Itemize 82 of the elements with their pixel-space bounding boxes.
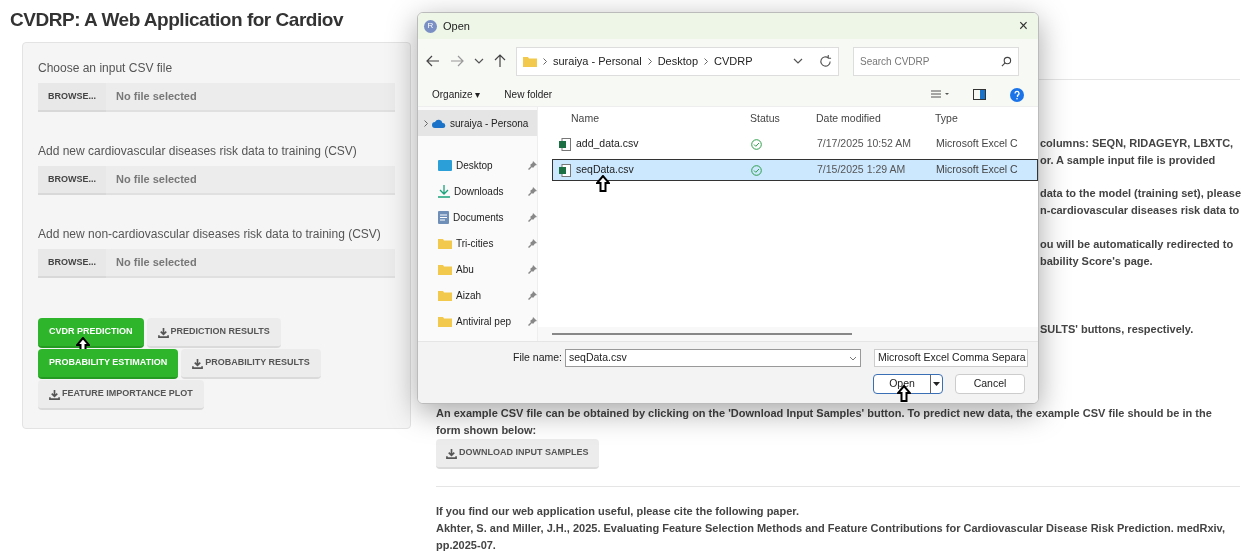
search-icon bbox=[1001, 55, 1012, 67]
search-field[interactable]: Search CVDRP bbox=[853, 46, 1019, 76]
folder-icon bbox=[438, 263, 452, 275]
file-input-field[interactable]: No file selected bbox=[106, 83, 395, 112]
file-input-field[interactable]: No file selected bbox=[106, 249, 395, 278]
spreadsheet-icon bbox=[559, 163, 571, 177]
citation-text: Akhter, S. and Miller, J.H., 2025. Evaluating Feature Selection Methods and Feature Contributions for Cardiovascular Disease Risk Prediction. medRxiv, pp.2025-07. bbox=[436, 521, 1226, 553]
browse-button[interactable]: BROWSE... bbox=[38, 83, 106, 112]
download-button[interactable]: PROBABILITY RESULTS bbox=[181, 349, 321, 379]
breadcrumb[interactable]: suraiya - Personal bbox=[553, 52, 642, 70]
field-label: Choose an input CSV file bbox=[38, 60, 174, 77]
page-title: CVDRP: A Web Application for Cardiov bbox=[10, 8, 343, 32]
breadcrumb[interactable]: Desktop bbox=[657, 52, 698, 70]
chevron-right-icon bbox=[704, 57, 708, 65]
chevron-right-icon bbox=[647, 57, 652, 65]
description-text: An example CSV file can be obtained by clicking on the 'Download Input Samples' button. To predict new data, the example CSV file should be in the form shown below: bbox=[436, 406, 1213, 438]
file-row[interactable]: seqData.csv 7/15/2025 1:29 AM Microsoft Excel C bbox=[552, 159, 1038, 181]
field-label: Add new non-cardiovascular diseases risk data to training (CSV) bbox=[38, 226, 382, 243]
toolbar-button[interactable]: Organize ▾ bbox=[432, 87, 481, 102]
folder-icon bbox=[438, 237, 452, 249]
monitor-icon bbox=[438, 159, 452, 171]
nav-item[interactable]: Downloads bbox=[418, 178, 537, 204]
chevron-down-icon[interactable] bbox=[793, 58, 803, 64]
spreadsheet-icon bbox=[559, 137, 571, 151]
field-label: File name: bbox=[512, 350, 562, 366]
address-bar[interactable]: suraiya - Personal Desktop CVDRP bbox=[516, 46, 839, 76]
column-header[interactable]: Date modified bbox=[811, 111, 930, 127]
scrollbar[interactable] bbox=[552, 333, 852, 335]
nav-item[interactable]: Documents bbox=[418, 204, 537, 230]
download-icon bbox=[157, 326, 169, 338]
forward-icon[interactable] bbox=[450, 55, 464, 67]
browse-button[interactable]: BROWSE... bbox=[38, 249, 106, 278]
column-header[interactable]: Status bbox=[745, 111, 811, 127]
download-button[interactable]: FEATURE IMPORTANCE PLOT bbox=[38, 380, 204, 410]
folder-icon bbox=[438, 315, 452, 327]
download-icon bbox=[192, 357, 204, 369]
arrow-icon bbox=[596, 175, 610, 192]
file-name-field[interactable]: seqData.csv bbox=[565, 349, 861, 367]
back-icon[interactable] bbox=[426, 55, 440, 67]
help-icon[interactable] bbox=[1010, 87, 1024, 102]
window-title: Open bbox=[443, 18, 470, 34]
preview-pane-icon[interactable] bbox=[973, 89, 986, 100]
chevron-down-icon[interactable] bbox=[474, 58, 484, 64]
download-button[interactable]: DOWNLOAD INPUT SAMPLES bbox=[436, 439, 599, 469]
nav-item[interactable]: Desktop bbox=[418, 152, 537, 178]
chevron-right-icon bbox=[543, 57, 547, 65]
download-icon bbox=[49, 388, 60, 400]
close-button[interactable]: × bbox=[1014, 14, 1032, 38]
nav-item[interactable]: Tri-cities bbox=[418, 230, 537, 256]
field-label: Add new cardiovascular diseases risk data to training (CSV) bbox=[38, 143, 358, 160]
folder-icon bbox=[438, 289, 452, 301]
nav-item[interactable]: Aizah bbox=[418, 282, 537, 308]
document-icon bbox=[438, 210, 449, 224]
file-input-field[interactable]: No file selected bbox=[106, 166, 395, 195]
toolbar-button[interactable]: New folder bbox=[504, 87, 553, 102]
description-text: data to the model (training set), please n-cardiovascular diseases risk data to bbox=[1040, 186, 1242, 218]
chevron-down-icon[interactable] bbox=[849, 355, 857, 361]
chevron-right-icon bbox=[424, 119, 428, 127]
up-icon[interactable] bbox=[494, 54, 506, 68]
browse-button[interactable]: BROWSE... bbox=[38, 166, 106, 195]
download-icon bbox=[438, 184, 450, 198]
file-row[interactable]: add_data.csv 7/17/2025 10:52 AM Microsoft Excel C bbox=[552, 133, 1038, 155]
nav-item[interactable]: Abu bbox=[418, 256, 537, 282]
nav-item[interactable]: Antiviral pep bbox=[418, 308, 537, 334]
nav-item[interactable]: suraiya - Persona bbox=[418, 110, 537, 136]
description-text: ou will be automatically redirected to bability Score's page. bbox=[1040, 237, 1234, 269]
download-icon bbox=[446, 447, 457, 459]
file-type-dropdown[interactable]: Microsoft Excel Comma Separa bbox=[874, 349, 1028, 367]
description-text: SULTS' buttons, respectively. bbox=[1040, 322, 1194, 337]
breadcrumb[interactable]: CVDRP bbox=[714, 52, 753, 70]
folder-icon bbox=[523, 55, 537, 67]
download-button[interactable]: PREDICTION RESULTS bbox=[146, 318, 281, 348]
split-dropdown-button[interactable] bbox=[930, 375, 942, 393]
column-header[interactable]: Name bbox=[538, 111, 745, 127]
description-text: columns: SEQN, RIDAGEYR, LBXTC, or. A sample input file is provided bbox=[1040, 136, 1234, 168]
cloud-icon bbox=[432, 118, 446, 128]
cancel-button[interactable]: Cancel bbox=[955, 374, 1025, 394]
column-header[interactable]: Type bbox=[930, 111, 958, 127]
caret-icon bbox=[933, 382, 940, 386]
app-icon: R bbox=[424, 19, 437, 33]
citation-text: If you find our web application useful, please cite the following paper. bbox=[436, 504, 801, 519]
refresh-icon[interactable] bbox=[819, 54, 832, 68]
